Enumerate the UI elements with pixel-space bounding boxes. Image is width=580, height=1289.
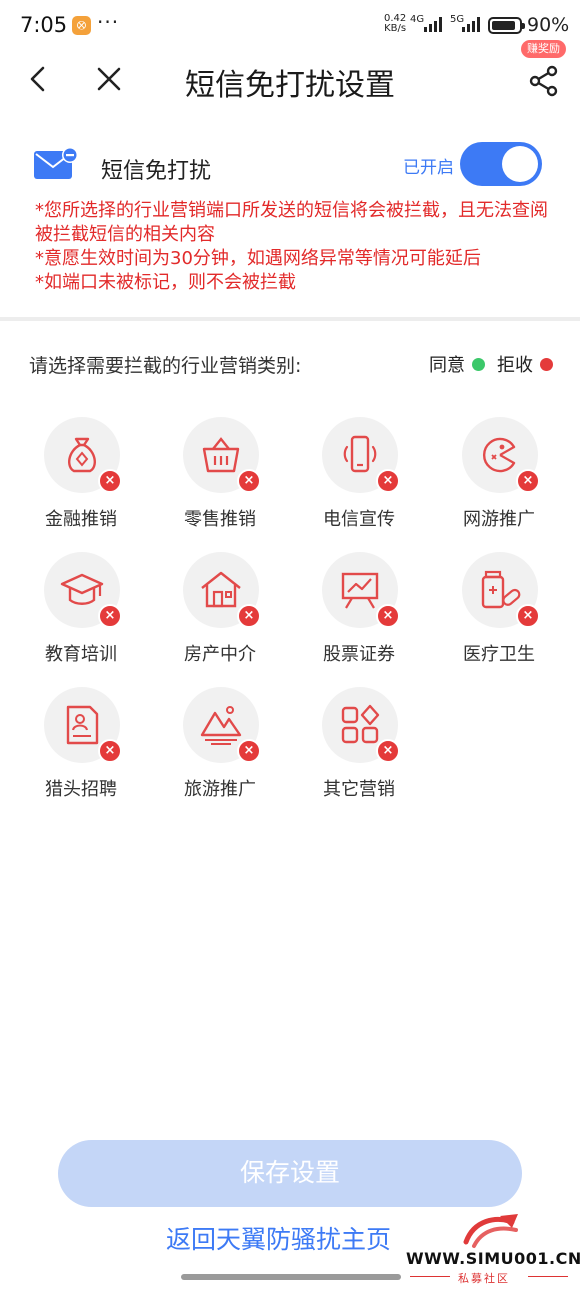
legend-agree-dot: [472, 357, 485, 371]
reject-badge-icon: ×: [237, 739, 261, 763]
mountain-icon: [200, 706, 242, 745]
network-speed: 0.42 KB/s: [384, 14, 406, 34]
reject-badge-icon: ×: [516, 604, 540, 628]
category-item[interactable]: × 零售推销: [165, 417, 275, 537]
reject-badge-icon: ×: [237, 469, 261, 493]
category-label: 旅游推广: [184, 779, 256, 800]
legend-agree-label: 同意: [429, 355, 465, 376]
notice-line-2: *意愿生效时间为30分钟，如遇网络异常等情况可能延后: [35, 248, 481, 269]
category-item[interactable]: × 其它营销: [304, 687, 414, 807]
game-icon: [482, 437, 516, 473]
battery-icon: [488, 17, 525, 34]
title-bar: 短信免打扰设置 赚奖励: [0, 40, 580, 108]
battery-percent: 90%: [527, 14, 570, 36]
reject-badge-icon: ×: [98, 604, 122, 628]
watermark-url: WWW.SIMU001.CN: [406, 1249, 580, 1268]
sms-dnd-row: 短信免打扰 已开启: [0, 135, 580, 195]
graduation-cap-icon: [60, 573, 104, 605]
notification-app-icon: ⭙: [72, 16, 91, 35]
watermark-rule-left: [410, 1276, 450, 1277]
network-speed-unit: KB/s: [384, 23, 407, 34]
category-item[interactable]: × 教育培训: [26, 552, 136, 672]
category-label: 房产中介: [184, 644, 256, 665]
reject-badge-icon: ×: [376, 604, 400, 628]
category-label: 医疗卫生: [463, 644, 535, 665]
money-bag-icon: [68, 437, 96, 473]
resume-icon: [66, 705, 99, 745]
category-label: 零售推销: [184, 509, 256, 530]
watermark-rule-right: [528, 1276, 568, 1277]
category-item[interactable]: × 金融推销: [26, 417, 136, 537]
grid-apps-icon: [341, 704, 380, 744]
category-label: 金融推销: [45, 509, 117, 530]
reward-badge[interactable]: 赚奖励: [521, 40, 566, 58]
notice-line-3: *如端口未被标记，则不会被拦截: [35, 272, 296, 293]
category-label: 网游推广: [463, 509, 535, 530]
status-time: 7:05: [20, 13, 68, 37]
category-item[interactable]: × 股票证券: [304, 552, 414, 672]
category-item[interactable]: × 猎头招聘: [26, 687, 136, 807]
reject-badge-icon: ×: [98, 739, 122, 763]
category-item[interactable]: × 房产中介: [165, 552, 275, 672]
sms-dnd-label: 短信免打扰: [101, 159, 212, 184]
gesture-home-bar[interactable]: [181, 1274, 401, 1280]
signal-icon-2: [460, 17, 482, 32]
watermark-emblem-icon: [463, 1214, 518, 1248]
category-item[interactable]: × 网游推广: [444, 417, 554, 537]
reject-badge-icon: ×: [376, 469, 400, 493]
house-icon: [201, 571, 241, 608]
category-label: 股票证券: [323, 644, 395, 665]
legend-reject-label: 拒收: [497, 355, 533, 376]
legend-reject-dot: [540, 357, 553, 371]
phone-signal-icon: [343, 435, 377, 473]
category-label: 其它营销: [323, 779, 395, 800]
shopping-basket-icon: [202, 437, 240, 473]
category-item[interactable]: × 旅游推广: [165, 687, 275, 807]
reject-badge-icon: ×: [516, 469, 540, 493]
category-item[interactable]: × 医疗卫生: [444, 552, 554, 672]
category-item[interactable]: × 电信宣传: [304, 417, 414, 537]
notice-line-1: *您所选择的行业营销端口所发送的短信将会被拦截，且无法查阅被拦截短信的相关内容: [35, 200, 548, 245]
category-label: 教育培训: [45, 644, 117, 665]
sms-dnd-state: 已开启: [403, 158, 454, 178]
more-notifications-icon: ···: [97, 10, 120, 34]
reject-badge-icon: ×: [376, 739, 400, 763]
status-bar: 7:05 ⭙ ··· 0.42 KB/s 4G 5G 90%: [0, 0, 580, 52]
category-label: 猎头招聘: [45, 779, 117, 800]
mail-block-icon: [34, 147, 78, 179]
category-prompt: 请选择需要拦截的行业营销类别:: [29, 355, 302, 377]
share-icon[interactable]: [527, 64, 561, 98]
category-label: 电信宣传: [323, 509, 395, 530]
toggle-knob: [502, 146, 538, 182]
stock-chart-icon: [341, 572, 379, 609]
medicine-icon: [481, 570, 521, 609]
save-settings-button[interactable]: 保存设置: [58, 1140, 522, 1207]
signal-icon: [422, 17, 444, 32]
return-home-link[interactable]: 返回天翼防骚扰主页: [166, 1220, 391, 1256]
sms-dnd-toggle[interactable]: [460, 142, 542, 186]
section-divider: [0, 317, 580, 321]
reject-badge-icon: ×: [237, 604, 261, 628]
notice-text: *您所选择的行业营销端口所发送的短信将会被拦截，且无法查阅被拦截短信的相关内容 …: [35, 199, 555, 295]
category-section-header: 请选择需要拦截的行业营销类别: 同意 拒收: [0, 347, 580, 379]
watermark-cn: 私募社区: [458, 1272, 510, 1285]
watermark-logo: WWW.SIMU001.CN 私募社区: [400, 1212, 580, 1289]
reject-badge-icon: ×: [98, 469, 122, 493]
page-title: 短信免打扰设置: [185, 68, 395, 103]
legend: 同意 拒收: [429, 351, 553, 377]
